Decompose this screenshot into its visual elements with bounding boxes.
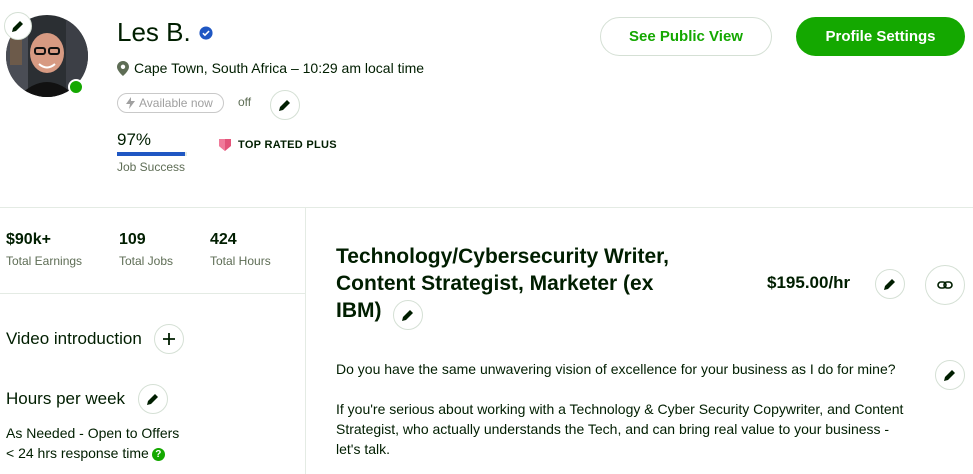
stat-label: Total Jobs bbox=[119, 254, 174, 268]
pencil-icon bbox=[402, 310, 413, 321]
edit-availability-button[interactable] bbox=[270, 90, 300, 120]
response-time: < 24 hrs response time bbox=[6, 445, 149, 461]
profile-settings-button[interactable]: Profile Settings bbox=[796, 17, 965, 56]
availability-label: Available now bbox=[139, 96, 213, 110]
pencil-icon bbox=[884, 279, 895, 290]
profile-name-row: Les B. bbox=[117, 17, 213, 48]
availability-badge[interactable]: Available now bbox=[117, 93, 224, 113]
response-time-row: < 24 hrs response time? bbox=[6, 445, 165, 461]
stat-total-hours: 424 Total Hours bbox=[210, 231, 271, 268]
profile-title-block: Technology/Cybersecurity Writer, Content… bbox=[336, 243, 696, 324]
stat-label: Total Earnings bbox=[6, 254, 83, 268]
overview-paragraph-2: If you're serious about working with a T… bbox=[336, 401, 904, 457]
overview-paragraph-1: Do you have the same unwavering vision o… bbox=[336, 361, 896, 377]
online-status-dot bbox=[68, 79, 84, 95]
edit-overview-button[interactable] bbox=[935, 360, 965, 390]
stat-total-earnings: $90k+ Total Earnings bbox=[6, 231, 82, 268]
video-introduction-title: Video introduction bbox=[6, 329, 142, 348]
pencil-icon bbox=[147, 394, 158, 405]
pencil-icon bbox=[12, 21, 23, 32]
sidebar-divider bbox=[0, 293, 305, 294]
hours-per-week-title: Hours per week bbox=[6, 389, 126, 408]
top-rated-plus-badge-icon bbox=[219, 139, 231, 151]
profile-title: Technology/Cybersecurity Writer, Content… bbox=[336, 245, 669, 322]
edit-photo-button[interactable] bbox=[4, 12, 32, 40]
stat-value: 109 bbox=[119, 231, 146, 248]
edit-hours-button[interactable] bbox=[138, 384, 168, 414]
section-divider bbox=[0, 207, 973, 208]
bolt-icon bbox=[126, 97, 135, 109]
job-success-bar-fill bbox=[117, 152, 185, 156]
location-row: Cape Town, South Africa – 10:29 am local… bbox=[117, 60, 424, 76]
job-success-bar bbox=[117, 152, 187, 156]
availability-state: off bbox=[238, 95, 252, 109]
profile-name: Les B. bbox=[117, 17, 191, 47]
verified-icon bbox=[199, 25, 213, 40]
pencil-icon bbox=[279, 100, 290, 111]
pencil-icon bbox=[944, 370, 955, 381]
stat-total-jobs: 109 Total Jobs bbox=[119, 231, 173, 268]
edit-title-button[interactable] bbox=[393, 300, 423, 330]
column-divider bbox=[305, 208, 306, 474]
hourly-rate: $195.00/hr bbox=[767, 273, 851, 292]
job-success-value: 97% bbox=[117, 130, 152, 149]
stat-label: Total Hours bbox=[210, 254, 271, 268]
stat-value: 424 bbox=[210, 231, 237, 248]
see-public-view-button[interactable]: See Public View bbox=[600, 17, 772, 56]
edit-rate-button[interactable] bbox=[875, 269, 905, 299]
help-icon[interactable]: ? bbox=[151, 447, 165, 461]
job-success-label: Job Success bbox=[117, 160, 186, 174]
plus-icon bbox=[163, 333, 175, 345]
location-text: Cape Town, South Africa – 10:29 am local… bbox=[134, 60, 425, 76]
link-icon bbox=[937, 281, 953, 289]
top-rated-plus-label: TOP RATED PLUS bbox=[238, 139, 337, 151]
hours-value: As Needed - Open to Offers bbox=[6, 425, 180, 441]
location-pin-icon bbox=[117, 60, 129, 76]
copy-link-button[interactable] bbox=[925, 265, 965, 305]
top-rated-plus-badge: TOP RATED PLUS bbox=[218, 138, 337, 152]
add-video-button[interactable] bbox=[154, 324, 184, 354]
stat-value: $90k+ bbox=[6, 231, 51, 248]
